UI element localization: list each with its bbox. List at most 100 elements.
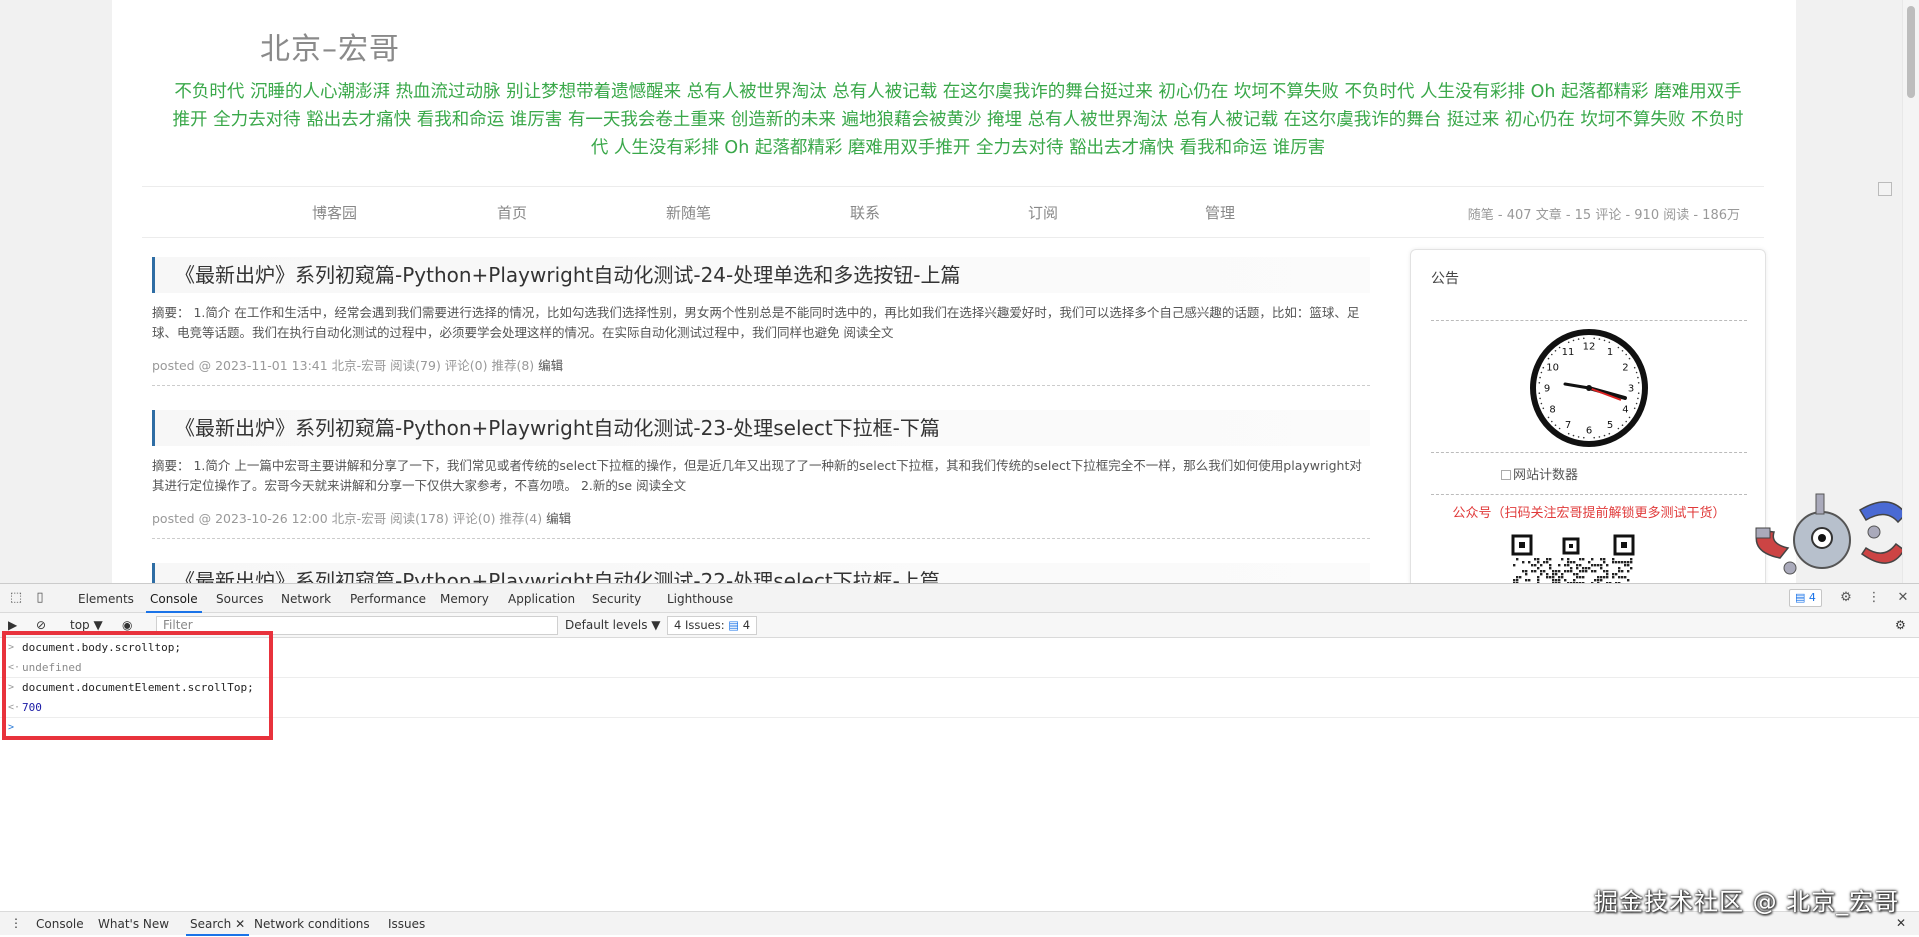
- qr-module: [1546, 576, 1549, 579]
- tab-console[interactable]: Console: [146, 592, 202, 613]
- clock-numeral: 11: [1562, 347, 1575, 358]
- qr-module: [1525, 579, 1528, 582]
- site-counter: 网站计数器: [1501, 464, 1578, 483]
- post-item: 《最新出炉》系列初窥篇-Python+Playwright自动化测试-23-处理…: [152, 410, 1370, 539]
- post-title[interactable]: 《最新出炉》系列初窥篇-Python+Playwright自动化测试-22-处理…: [152, 563, 1370, 583]
- qr-module: [1555, 579, 1558, 582]
- tab-security[interactable]: Security: [592, 592, 641, 606]
- qr-module: [1606, 573, 1609, 576]
- qr-module: [1612, 558, 1615, 561]
- live-expression-eye-icon[interactable]: ◉: [122, 618, 132, 632]
- clock-tick: [1637, 382, 1640, 384]
- tab-memory[interactable]: Memory: [440, 592, 489, 606]
- drawer-tab-network-conditions[interactable]: Network conditions: [254, 917, 370, 931]
- qr-module: [1522, 561, 1525, 564]
- clock-tick: [1628, 357, 1631, 360]
- qr-module: [1513, 564, 1516, 567]
- qr-module: [1576, 573, 1579, 576]
- qr-module: [1582, 558, 1585, 561]
- close-tab-icon[interactable]: ✕: [235, 917, 245, 931]
- messages-badge[interactable]: ▤ 4: [1789, 589, 1822, 607]
- console-output[interactable]: > document.body.scrolltop; <· undefined > d…: [0, 638, 1919, 738]
- context-selector[interactable]: top ▼: [70, 618, 103, 632]
- post-title[interactable]: 《最新出炉》系列初窥篇-Python+Playwright自动化测试-23-处理…: [152, 410, 1370, 446]
- edit-link[interactable]: 编辑: [538, 358, 563, 373]
- nav-item-cnblogs[interactable]: 博客园: [312, 202, 357, 223]
- clear-console-icon[interactable]: ⊘: [36, 618, 46, 632]
- clock-tick: [1621, 424, 1624, 426]
- magnet-pokemon-decoration: [1755, 493, 1907, 575]
- clock-tick: [1547, 357, 1550, 360]
- devtools-tabbar: ⬚ ▯ Elements Console Sources Network Per…: [0, 584, 1919, 613]
- read-more-link[interactable]: 阅读全文: [636, 478, 686, 493]
- nav-item-contact[interactable]: 联系: [850, 202, 880, 223]
- issues-button[interactable]: 4 Issues: ▤ 4: [667, 616, 758, 635]
- qr-module: [1579, 558, 1582, 561]
- clock-tick: [1617, 427, 1620, 430]
- tab-sources[interactable]: Sources: [216, 592, 263, 606]
- inspect-element-icon[interactable]: ⬚: [8, 590, 24, 606]
- post-title[interactable]: 《最新出炉》系列初窥篇-Python+Playwright自动化测试-24-处理…: [152, 257, 1370, 293]
- device-toolbar-icon[interactable]: ▯: [32, 590, 48, 606]
- site-title[interactable]: 北京–宏哥: [260, 24, 400, 68]
- clock-tick: [1637, 397, 1639, 400]
- clock-tick: [1567, 432, 1570, 435]
- page-scrollbar[interactable]: [1902, 0, 1919, 583]
- close-devtools-icon[interactable]: ✕: [1895, 590, 1911, 606]
- nav-item-manage[interactable]: 管理: [1205, 202, 1235, 223]
- qr-module: [1564, 564, 1567, 567]
- edit-link[interactable]: 编辑: [546, 511, 571, 526]
- close-drawer-icon[interactable]: ✕: [1896, 916, 1906, 930]
- nav-item-new-post[interactable]: 新随笔: [666, 202, 711, 223]
- drawer-tab-search[interactable]: Search ✕: [185, 917, 250, 936]
- log-levels-dropdown[interactable]: Default levels ▼: [565, 618, 661, 632]
- tab-performance[interactable]: Performance: [350, 592, 426, 606]
- qr-module: [1627, 564, 1630, 567]
- drawer-tab-issues[interactable]: Issues: [388, 917, 425, 931]
- qr-module: [1513, 579, 1516, 582]
- tab-application[interactable]: Application: [508, 592, 575, 606]
- console-prompt[interactable]: >: [0, 718, 1919, 738]
- qr-module: [1573, 561, 1576, 564]
- clock-tick: [1551, 353, 1553, 356]
- qr-module: [1567, 561, 1570, 564]
- read-more-link[interactable]: 阅读全文: [844, 325, 894, 340]
- qr-module: [1537, 579, 1540, 582]
- clock-tick: [1542, 407, 1545, 410]
- site-counter-alt: 网站计数器: [1513, 468, 1579, 483]
- nav-item-subscribe[interactable]: 订阅: [1028, 202, 1058, 223]
- qr-module: [1570, 570, 1573, 573]
- qr-module: [1630, 567, 1633, 570]
- qr-module: [1516, 579, 1519, 582]
- qr-module: [1576, 564, 1579, 567]
- qr-module: [1579, 564, 1582, 567]
- more-options-icon[interactable]: ⋮: [1866, 590, 1882, 606]
- qr-module: [1606, 564, 1609, 567]
- qr-module: [1579, 570, 1582, 573]
- qr-module: [1537, 567, 1540, 570]
- console-settings-gear-icon[interactable]: ⚙: [1895, 618, 1906, 632]
- qr-module: [1516, 576, 1519, 579]
- sidebar-toggle-icon[interactable]: ▶: [8, 618, 17, 632]
- nav-item-home[interactable]: 首页: [497, 202, 527, 223]
- qr-module: [1579, 576, 1582, 579]
- tab-lighthouse[interactable]: Lighthouse: [667, 592, 733, 606]
- clock-tick: [1583, 337, 1585, 340]
- qr-module: [1603, 558, 1606, 561]
- scrollbar-thumb[interactable]: [1907, 6, 1915, 98]
- issues-message-icon: ▤: [728, 618, 740, 632]
- clock-tick: [1637, 376, 1639, 379]
- tab-network[interactable]: Network: [281, 592, 331, 606]
- qr-module: [1549, 558, 1552, 561]
- issues-count: 4: [742, 618, 751, 632]
- clock-tick: [1577, 436, 1580, 438]
- drawer-tab-console[interactable]: Console: [36, 917, 84, 931]
- qr-module: [1588, 567, 1591, 570]
- tab-elements[interactable]: Elements: [78, 592, 134, 606]
- drawer-tab-whats-new[interactable]: What's New: [98, 917, 169, 931]
- drawer-menu-icon[interactable]: ⋮: [10, 916, 22, 930]
- qr-module: [1558, 564, 1561, 567]
- settings-gear-icon[interactable]: ⚙: [1838, 590, 1854, 606]
- blog-stats: 随笔 - 407 文章 - 15 评论 - 910 阅读 - 186万: [1467, 208, 1740, 223]
- qr-module: [1561, 573, 1564, 576]
